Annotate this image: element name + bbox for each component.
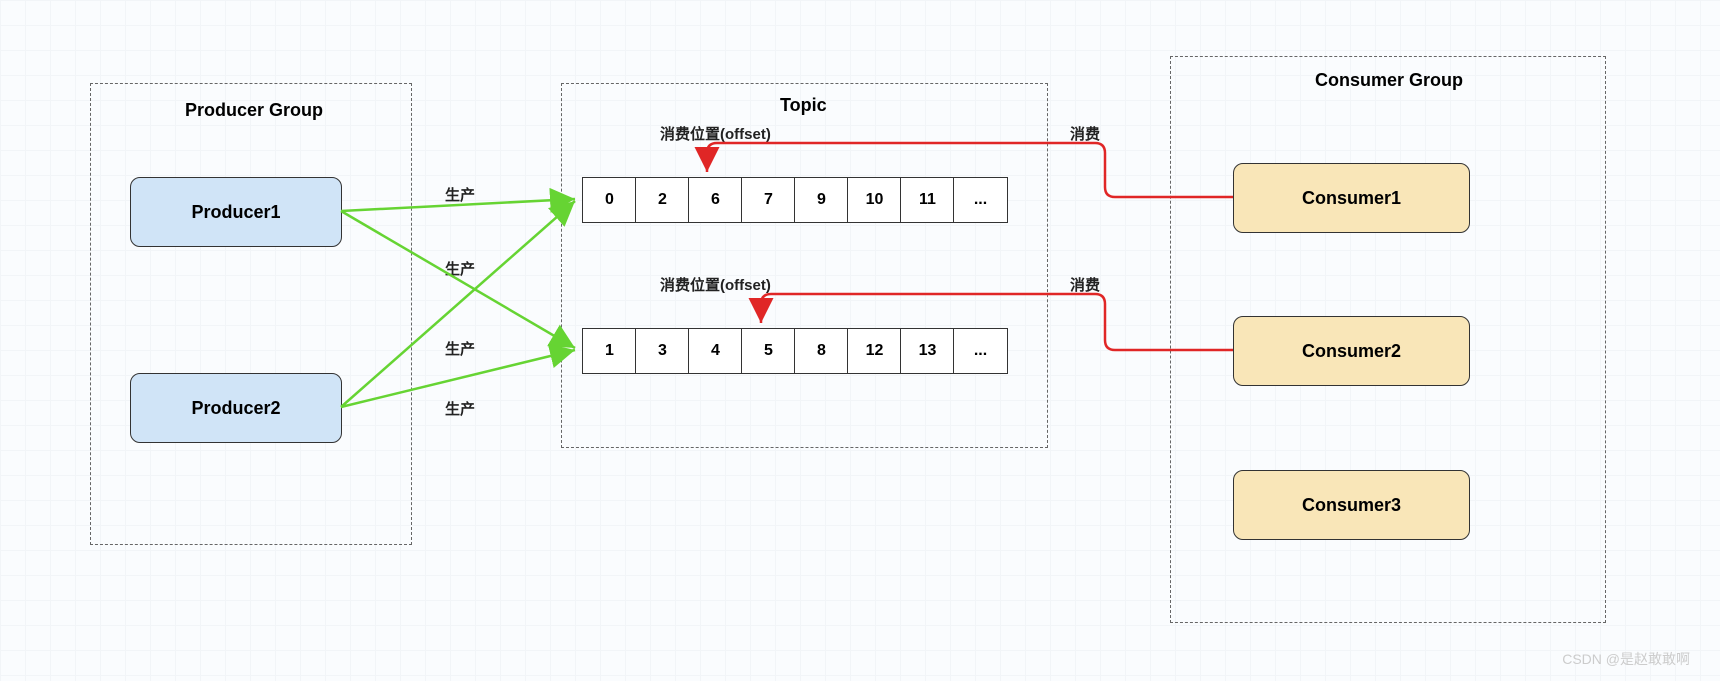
producer-2-label: Producer2: [191, 398, 280, 419]
consumer-1: Consumer1: [1233, 163, 1470, 233]
consumer-3: Consumer3: [1233, 470, 1470, 540]
queue-0-cell-1: 2: [635, 177, 690, 223]
queue-0-cell-5: 10: [847, 177, 902, 223]
queue-1-cell-7: ...: [953, 328, 1008, 374]
topic-group-title: Topic: [780, 95, 827, 116]
queue-1-cell-2: 4: [688, 328, 743, 374]
queue-1-cell-0: 1: [582, 328, 637, 374]
consumer-3-label: Consumer3: [1302, 495, 1401, 516]
produce-label-2: 生产: [445, 338, 475, 359]
producer-1-label: Producer1: [191, 202, 280, 223]
queue-0-cell-4: 9: [794, 177, 849, 223]
producer-2: Producer2: [130, 373, 342, 443]
consumer-2: Consumer2: [1233, 316, 1470, 386]
producer-group-box: [90, 83, 412, 545]
queue-1-cell-6: 13: [900, 328, 955, 374]
watermark: CSDN @是赵敢敢啊: [1562, 649, 1690, 669]
produce-label-3: 生产: [445, 398, 475, 419]
producer-1: Producer1: [130, 177, 342, 247]
producer-group-title: Producer Group: [185, 100, 323, 121]
offset-label-1: 消费位置(offset): [660, 274, 771, 295]
produce-label-1: 生产: [445, 258, 475, 279]
consumer-1-label: Consumer1: [1302, 188, 1401, 209]
queue-0-cell-7: ...: [953, 177, 1008, 223]
offset-label-0: 消费位置(offset): [660, 123, 771, 144]
queue-1-cell-4: 8: [794, 328, 849, 374]
consume-label-0: 消费: [1070, 123, 1100, 144]
topic-group-box: [561, 83, 1048, 448]
consume-label-1: 消费: [1070, 274, 1100, 295]
consumer-group-title: Consumer Group: [1315, 70, 1463, 91]
produce-label-0: 生产: [445, 184, 475, 205]
consumer-2-label: Consumer2: [1302, 341, 1401, 362]
queue-1-cell-1: 3: [635, 328, 690, 374]
queue-1-cell-3: 5: [741, 328, 796, 374]
queue-0-cell-2: 6: [688, 177, 743, 223]
queue-0-cell-6: 11: [900, 177, 955, 223]
queue-0-cell-3: 7: [741, 177, 796, 223]
queue-1-cell-5: 12: [847, 328, 902, 374]
queue-0-cell-0: 0: [582, 177, 637, 223]
